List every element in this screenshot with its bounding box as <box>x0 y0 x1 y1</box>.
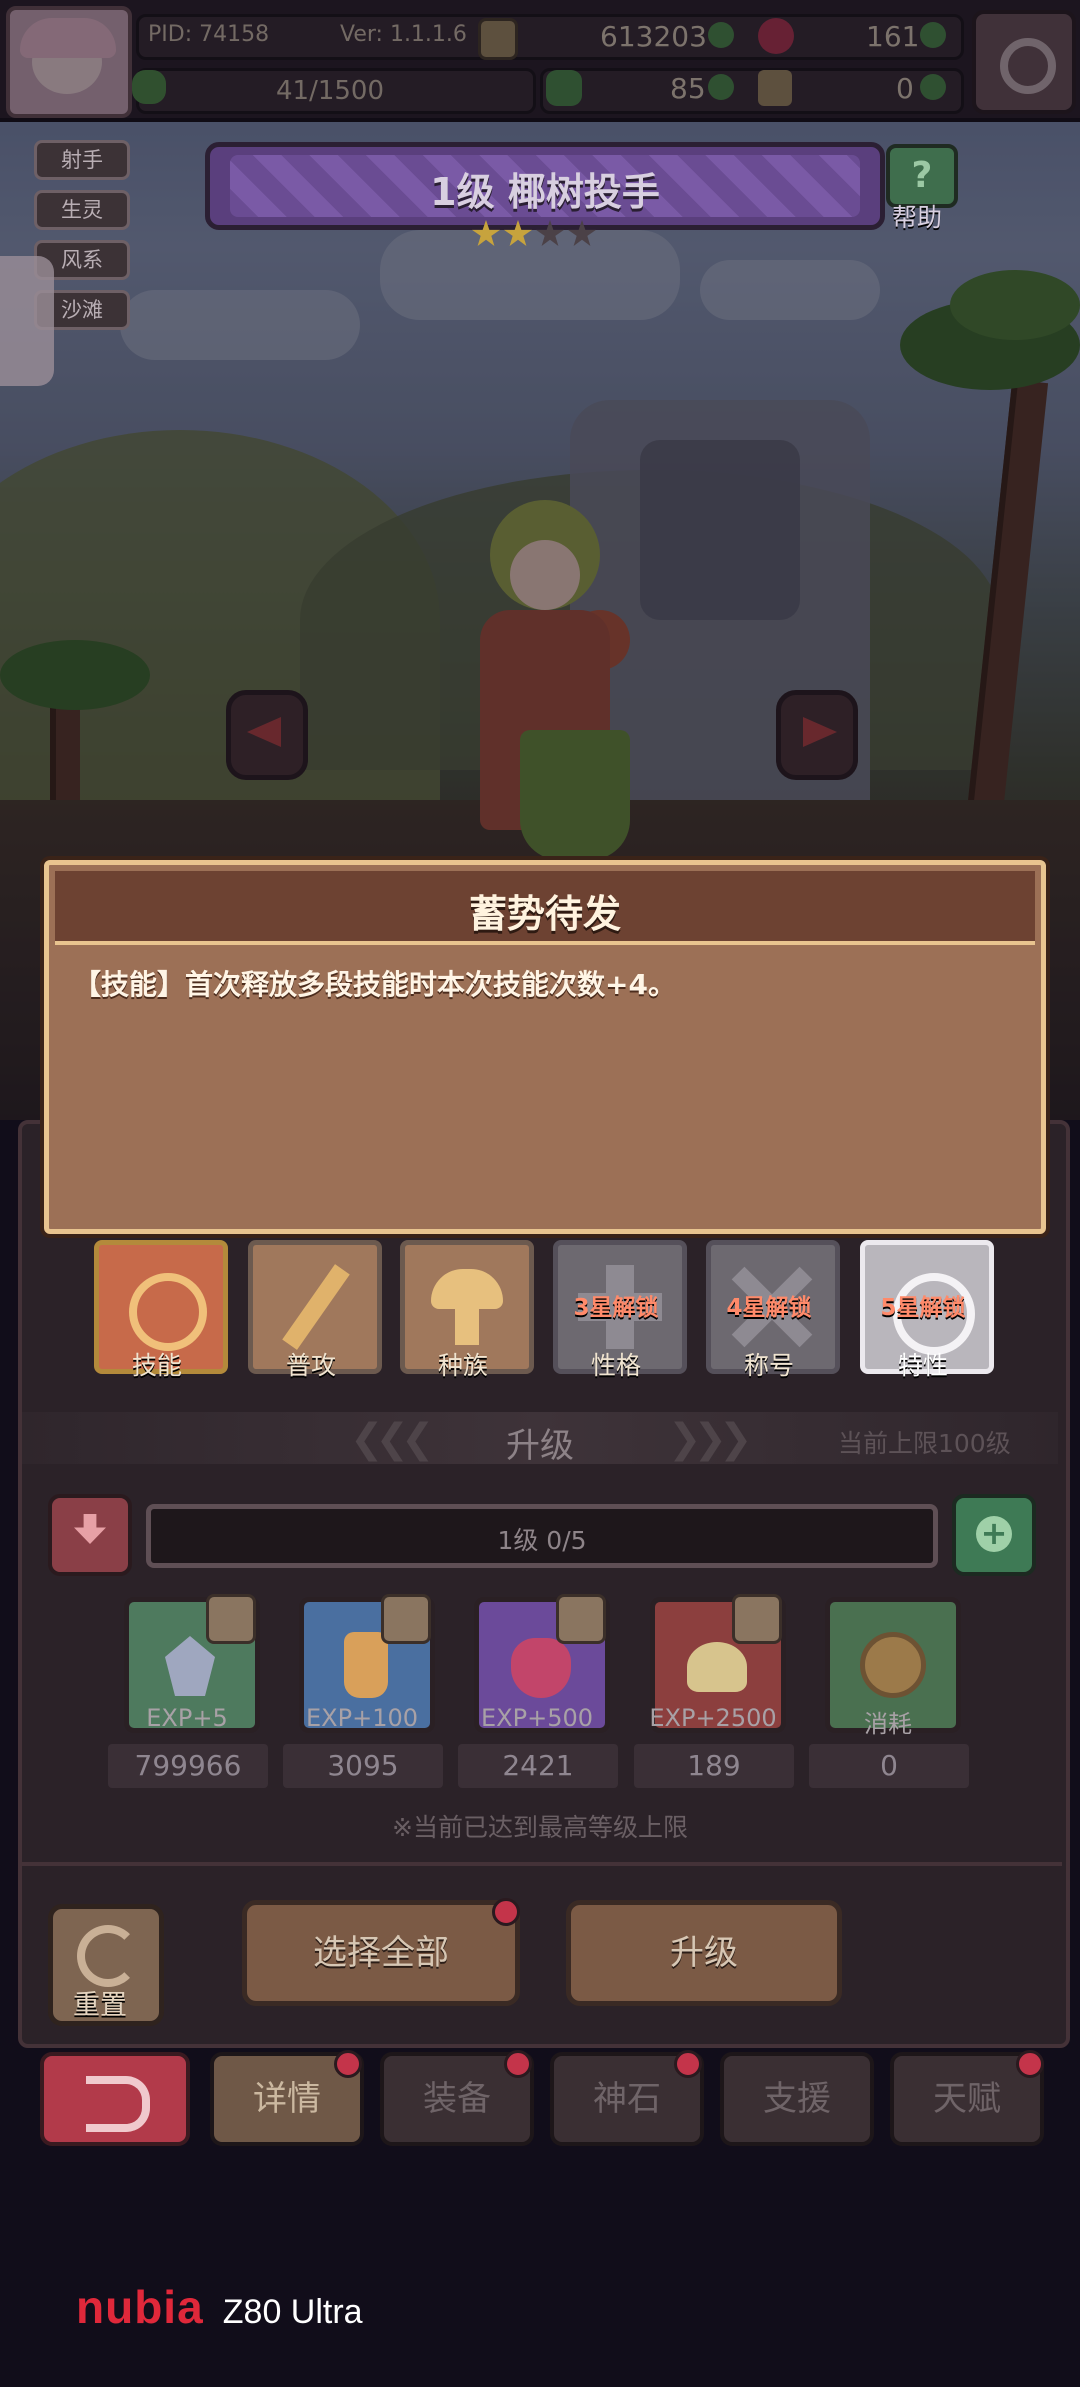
exp-item-500-label: EXP+500 <box>481 1704 593 1732</box>
lamp-icon <box>687 1642 747 1692</box>
divine-stone-notification-dot <box>674 2050 702 2078</box>
chevron-left-icon: ❮❮❮ <box>350 1416 434 1462</box>
item-lock-badge <box>206 1594 256 1644</box>
skill-icon <box>129 1273 207 1351</box>
reset-button[interactable]: 重置 <box>48 1904 164 2026</box>
tag-class: 射手 <box>34 140 130 180</box>
item-lock-badge <box>381 1594 431 1644</box>
exp-item-100-count: 3095 <box>283 1744 443 1788</box>
select-all-button[interactable]: 选择全部 <box>242 1900 520 2006</box>
tooltip-title: 蓄势待发 <box>468 892 621 936</box>
exp-item-2500-label: EXP+2500 <box>649 1704 777 1732</box>
star-2-icon <box>504 220 532 246</box>
select-all-notification-dot <box>492 1898 520 1926</box>
nav-tab-talent-label: 天赋 <box>933 2079 1001 2119</box>
select-all-label: 选择全部 <box>313 1933 449 1973</box>
item-lock-badge <box>732 1594 782 1644</box>
trait-lock-label: 5星解锁 <box>880 1295 966 1321</box>
back-button[interactable] <box>40 2052 190 2146</box>
download-arrow-icon <box>74 1514 106 1544</box>
device-brand-logo: nubia Z80 Ultra <box>76 2280 363 2334</box>
nav-tab-support-label: 支援 <box>763 2079 831 2119</box>
gold-coin-icon <box>860 1632 926 1698</box>
nav-tab-divine-stone-label: 神石 <box>593 2079 661 2119</box>
tab-skill-label: 技能 <box>131 1351 182 1380</box>
star-3-icon <box>536 220 564 246</box>
plus-icon: + <box>976 1516 1012 1552</box>
tab-normal-attack-label: 普攻 <box>285 1351 336 1380</box>
reset-label: 重置 <box>73 1990 127 2021</box>
title-lock-label: 4星解锁 <box>726 1295 812 1321</box>
help-button[interactable]: ? 帮助 <box>880 140 960 232</box>
nav-tab-support[interactable]: 支援 <box>720 2052 874 2146</box>
star-1-icon <box>472 220 500 246</box>
tag-race: 生灵 <box>34 190 130 230</box>
help-label: 帮助 <box>892 203 943 232</box>
cost-count: 0 <box>809 1744 969 1788</box>
device-model: Z80 Ultra <box>222 2293 363 2331</box>
level-progress-bar: 1级 0/5 <box>146 1504 938 1568</box>
device-brand: nubia <box>76 2281 204 2333</box>
chevron-right-icon: ❯❯❯ <box>668 1416 752 1462</box>
upgrade-section-title: 升级 <box>506 1426 574 1466</box>
tab-title-label: 称号 <box>743 1351 794 1380</box>
mushroom-icon <box>431 1269 503 1309</box>
level-progress-text: 1级 0/5 <box>497 1526 587 1555</box>
exp-item-2500-count: 189 <box>634 1744 794 1788</box>
details-notification-dot <box>334 2050 362 2078</box>
tooltip-description: 【技能】首次释放多段技能时本次技能次数+4。 <box>73 968 676 1001</box>
max-level-notice: ※当前已达到最高等级上限 <box>392 1813 688 1842</box>
level-up-plus-button[interactable]: + <box>952 1494 1036 1576</box>
exp-item-100-label: EXP+100 <box>306 1704 418 1732</box>
talent-notification-dot <box>1016 2050 1044 2078</box>
nav-tab-details-label: 详情 <box>253 2079 321 2119</box>
tooltip-header: 蓄势待发 <box>55 871 1035 945</box>
star-rating <box>466 214 616 248</box>
level-down-button[interactable] <box>48 1494 132 1576</box>
item-lock-badge <box>556 1594 606 1644</box>
nav-tab-equipment-label: 装备 <box>423 2079 491 2119</box>
exp-item-5-label: EXP+5 <box>146 1704 228 1732</box>
exp-item-500-count: 2421 <box>458 1744 618 1788</box>
potion-bottle-icon <box>344 1632 388 1698</box>
tab-race-label: 种族 <box>437 1351 488 1380</box>
sword-icon <box>282 1264 350 1350</box>
upgrade-button[interactable]: 升级 <box>566 1900 842 2006</box>
side-avatar-button[interactable] <box>0 256 54 386</box>
upgrade-button-label: 升级 <box>670 1933 738 1973</box>
cost-label: 消耗 <box>864 1710 912 1738</box>
tab-personality-label: 性格 <box>590 1351 641 1380</box>
refresh-icon <box>77 1925 139 1987</box>
back-arrow-icon <box>86 2076 150 2132</box>
exp-item-5-count: 799966 <box>108 1744 268 1788</box>
crystal-icon <box>165 1636 215 1696</box>
personality-lock-label: 3星解锁 <box>573 1295 659 1321</box>
tab-trait-label: 特性 <box>897 1351 948 1380</box>
star-4-icon <box>568 220 596 246</box>
equipment-notification-dot <box>504 2050 532 2078</box>
fruit-icon <box>511 1638 571 1698</box>
level-limit-text: 当前上限100级 <box>838 1429 1011 1458</box>
trait-tooltip: 蓄势待发 【技能】首次释放多段技能时本次技能次数+4。 <box>44 860 1046 1234</box>
hero-title: 1级 椰树投手 <box>430 170 660 214</box>
